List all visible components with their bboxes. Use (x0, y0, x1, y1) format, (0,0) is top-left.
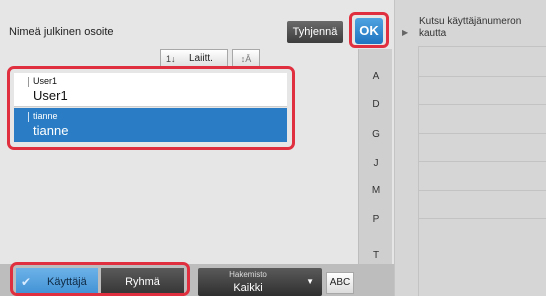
index-letter-m[interactable]: M (359, 185, 393, 196)
right-list (418, 46, 546, 296)
index-letter-a[interactable]: A (359, 71, 393, 82)
divider (418, 190, 546, 191)
abc-button[interactable]: ABC (326, 272, 354, 294)
divider (418, 133, 546, 134)
divider (418, 161, 546, 162)
directory-caption: Hakemisto (229, 270, 267, 279)
directory-select[interactable]: Hakemisto Kaikki ▼ (198, 268, 322, 296)
play-arrow-icon: ▶ (402, 28, 409, 37)
divider (418, 46, 546, 47)
list-highlight-frame (7, 66, 295, 150)
directory-value: Kaikki (233, 282, 263, 294)
divider (418, 218, 546, 219)
divider (418, 76, 546, 77)
divider (418, 104, 546, 105)
dropdown-arrow-icon: ▼ (306, 277, 314, 286)
clear-button[interactable]: Tyhjennä (287, 21, 343, 43)
tabs-highlight-frame (10, 262, 190, 296)
index-strip: A D G J M P T W (358, 49, 392, 296)
index-letter-g[interactable]: G (359, 129, 393, 140)
index-letter-d[interactable]: D (359, 99, 393, 110)
index-letter-j[interactable]: J (359, 158, 393, 169)
index-letter-t[interactable]: T (359, 250, 393, 261)
invite-by-user-number-link[interactable]: Kutsu käyttäjänumeron kautta (419, 16, 544, 40)
index-letter-p[interactable]: P (359, 214, 393, 225)
ok-highlight-frame (349, 12, 389, 48)
page-title: Nimeä julkinen osoite (9, 26, 114, 38)
